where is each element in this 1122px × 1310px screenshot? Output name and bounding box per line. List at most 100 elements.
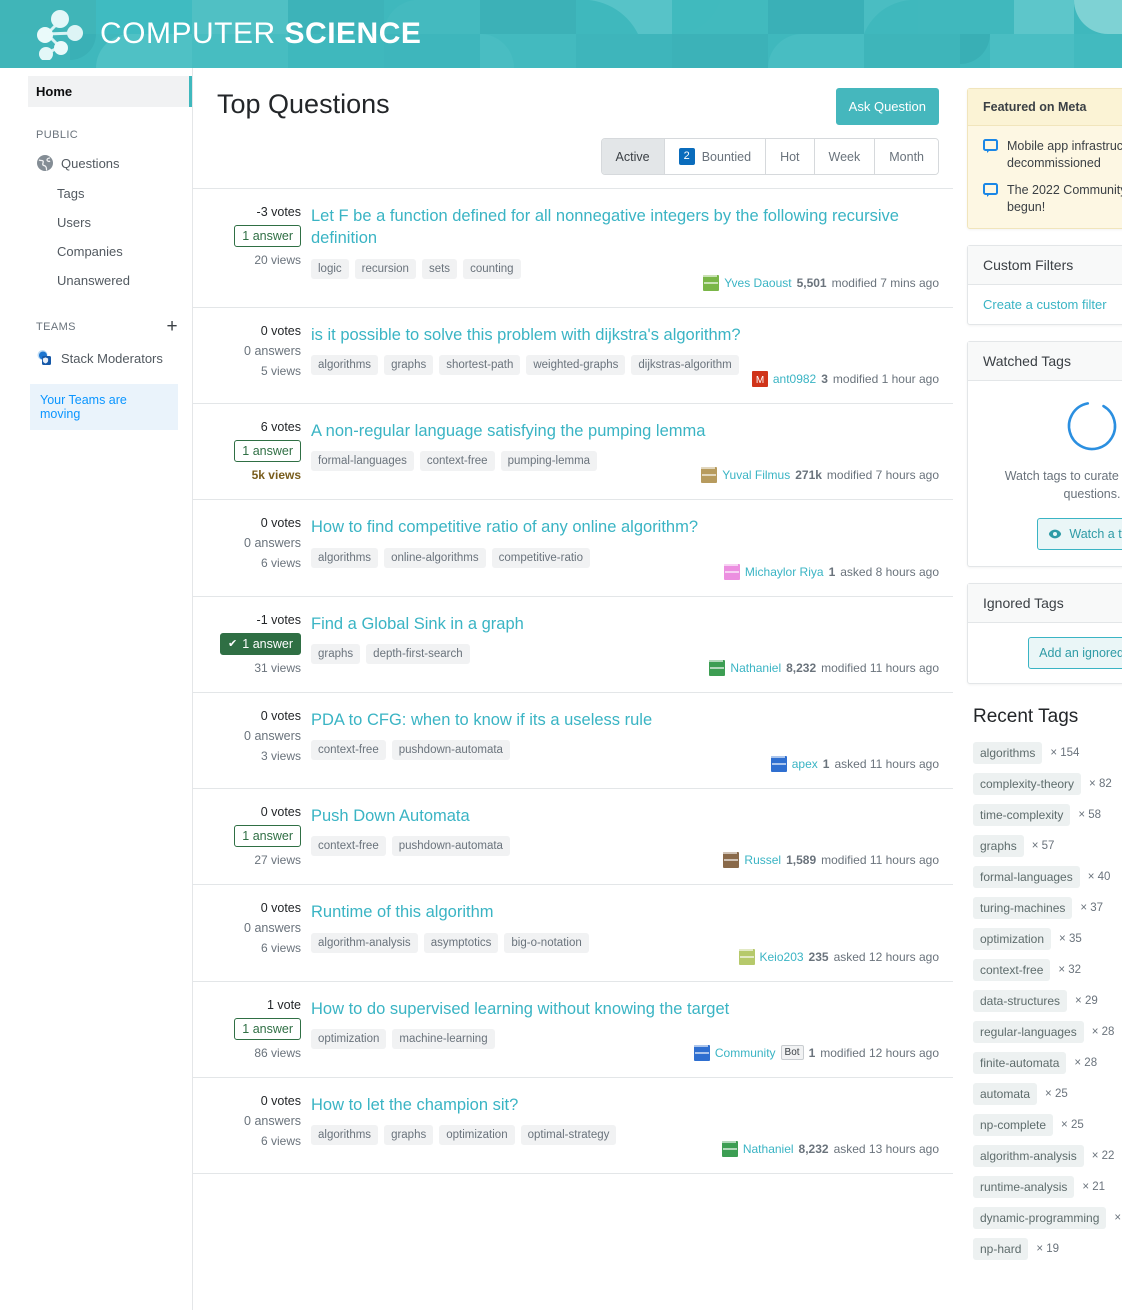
tag[interactable]: competitive-ratio (491, 547, 591, 568)
recent-tag[interactable]: context-free (973, 959, 1051, 981)
question-title-link[interactable]: is it possible to solve this problem wit… (311, 324, 939, 346)
meta-list-item[interactable]: Mobile app infrastructure being decommis… (983, 138, 1122, 172)
tag[interactable]: algorithms (311, 354, 379, 375)
recent-tag[interactable]: runtime-analysis (973, 1176, 1075, 1198)
tag[interactable]: big-o-notation (504, 932, 589, 953)
recent-tag[interactable]: regular-languages (973, 1021, 1084, 1043)
tag[interactable]: optimization (311, 1028, 387, 1049)
question-title-link[interactable]: A non-regular language satisfying the pu… (311, 420, 939, 442)
tab-month[interactable]: Month (875, 139, 938, 175)
question-row[interactable]: 0 votes 0 answers 6 views How to find compe… (193, 500, 953, 597)
user-name-link[interactable]: Yuval Filmus (722, 468, 790, 482)
recent-tag[interactable]: automata (973, 1083, 1038, 1105)
question-title-link[interactable]: PDA to CFG: when to know if its a useles… (311, 709, 939, 731)
user-name-link[interactable]: apex (792, 757, 818, 771)
tag[interactable]: algorithm-analysis (311, 932, 418, 953)
question-title-link[interactable]: Runtime of this algorithm (311, 901, 939, 923)
tag-list: algorithm-analysis asymptotics big-o-notat… (311, 932, 589, 953)
tag[interactable]: optimal-strategy (520, 1125, 617, 1146)
sidebar-item-tags[interactable]: Tags (0, 179, 192, 208)
tag[interactable]: context-free (311, 740, 386, 761)
answer-count: 1 answer (234, 225, 301, 248)
question-title-link[interactable]: How to do supervised learning without kn… (311, 998, 939, 1020)
user-name-link[interactable]: Russel (744, 853, 781, 867)
tag[interactable]: logic (311, 258, 349, 279)
recent-tag[interactable]: dynamic-programming (973, 1207, 1107, 1229)
user-name-link[interactable]: ant0982 (773, 372, 816, 386)
recent-tag[interactable]: algorithm-analysis (973, 1145, 1084, 1167)
recent-tag[interactable]: np-hard (973, 1238, 1029, 1260)
meta-list-item[interactable]: The 2022 Community-a-thon has begun! (983, 182, 1122, 216)
tab-week[interactable]: Week (814, 139, 876, 175)
tag[interactable]: graphs (384, 1125, 434, 1146)
recent-tag[interactable]: turing-machines (973, 897, 1073, 919)
tag[interactable]: algorithms (311, 547, 379, 568)
create-custom-filter-link[interactable]: Create a custom filter (983, 297, 1107, 312)
tag[interactable]: formal-languages (311, 451, 414, 472)
tag[interactable]: depth-first-search (366, 643, 470, 664)
tag[interactable]: pushdown-automata (391, 836, 510, 857)
user-name-link[interactable]: Michaylor Riya (745, 565, 824, 579)
recent-tag[interactable]: graphs (973, 835, 1024, 857)
sidebar-item-companies[interactable]: Companies (0, 237, 192, 266)
recent-tag[interactable]: np-complete (973, 1114, 1054, 1136)
add-ignored-tag-button[interactable]: Add an ignored tag (1028, 637, 1122, 669)
tag[interactable]: pushdown-automata (391, 740, 510, 761)
tag[interactable]: online-algorithms (384, 547, 486, 568)
question-row[interactable]: -3 votes 1 answer 20 views Let F be a funct… (193, 189, 953, 308)
recent-tag[interactable]: optimization (973, 928, 1052, 950)
tag[interactable]: pumping-lemma (500, 451, 598, 472)
tag[interactable]: optimization (439, 1125, 515, 1146)
question-row[interactable]: 0 votes 1 answer 27 views Push Down Automat… (193, 789, 953, 886)
tag[interactable]: machine-learning (392, 1028, 495, 1049)
question-title-link[interactable]: Let F be a function defined for all nonn… (311, 205, 939, 250)
recent-tag[interactable]: data-structures (973, 990, 1068, 1012)
question-title-link[interactable]: How to let the champion sit? (311, 1094, 939, 1116)
tab-active[interactable]: Active (601, 139, 665, 175)
sidebar-item-home[interactable]: Home (28, 76, 192, 107)
question-row[interactable]: 0 votes 0 answers 3 views PDA to CFG: when … (193, 693, 953, 790)
tag[interactable]: counting (463, 258, 521, 279)
question-row[interactable]: 0 votes 0 answers 5 views is it possible to… (193, 308, 953, 404)
tag[interactable]: algorithms (311, 1125, 379, 1146)
user-name-link[interactable]: Nathaniel (743, 1142, 794, 1156)
sidebar-item-users[interactable]: Users (0, 208, 192, 237)
sidebar-item-questions[interactable]: Questions (0, 147, 192, 179)
tag[interactable]: recursion (354, 258, 416, 279)
tag[interactable]: graphs (384, 354, 434, 375)
sidebar-item-stack-moderators[interactable]: Stack Moderators (0, 342, 192, 374)
tab-hot[interactable]: Hot (766, 139, 815, 175)
site-logo[interactable]: COMPUTER SCIENCE (30, 8, 421, 60)
sidebar-item-unanswered[interactable]: Unanswered (0, 266, 192, 295)
teams-moving-link[interactable]: Your Teams are moving (30, 384, 178, 430)
question-row[interactable]: 6 votes 1 answer 5k views A non-regular lan… (193, 404, 953, 501)
recent-tag[interactable]: algorithms (973, 742, 1043, 764)
question-row[interactable]: 1 vote 1 answer 86 views How to do supervis… (193, 982, 953, 1078)
question-title-link[interactable]: How to find competitive ratio of any onl… (311, 516, 939, 538)
tag[interactable]: sets (421, 258, 458, 279)
watch-a-tag-button[interactable]: Watch a tag (1037, 518, 1122, 550)
tag[interactable]: asymptotics (423, 932, 499, 953)
user-name-link[interactable]: Yves Daoust (724, 276, 791, 290)
recent-tag[interactable]: finite-automata (973, 1052, 1067, 1074)
tag[interactable]: context-free (311, 836, 386, 857)
question-row[interactable]: 0 votes 0 answers 6 views How to let the ch… (193, 1078, 953, 1175)
user-name-link[interactable]: Community (715, 1046, 776, 1060)
tag[interactable]: context-free (419, 451, 495, 472)
question-row[interactable]: 0 votes 0 answers 6 views Runtime of this a… (193, 885, 953, 982)
question-title-link[interactable]: Find a Global Sink in a graph (311, 613, 939, 635)
add-team-icon[interactable]: + (167, 317, 179, 336)
recent-tag[interactable]: complexity-theory (973, 773, 1082, 795)
recent-tag[interactable]: time-complexity (973, 804, 1071, 826)
tag[interactable]: weighted-graphs (526, 354, 626, 375)
question-title-link[interactable]: Push Down Automata (311, 805, 939, 827)
question-row[interactable]: -1 votes ✔ 1 answer 31 views Find a Global S… (193, 597, 953, 693)
user-name-link[interactable]: Keio203 (760, 950, 804, 964)
tag[interactable]: graphs (311, 643, 361, 664)
ask-question-button[interactable]: Ask Question (835, 88, 939, 125)
tab-bountied[interactable]: 2 Bountied (664, 139, 767, 175)
tag[interactable]: shortest-path (439, 354, 521, 375)
tag[interactable]: dijkstras-algorithm (631, 354, 739, 375)
user-name-link[interactable]: Nathaniel (730, 661, 781, 675)
recent-tag[interactable]: formal-languages (973, 866, 1080, 888)
